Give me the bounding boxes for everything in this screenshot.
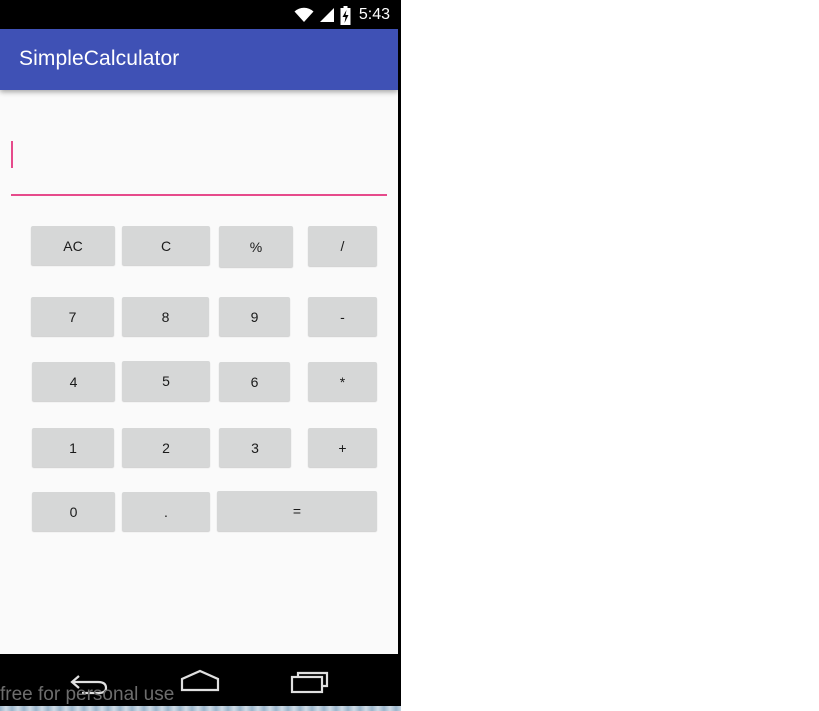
key-multiply[interactable]: * xyxy=(308,362,377,401)
cellular-signal-icon xyxy=(319,8,334,22)
key-6[interactable]: 6 xyxy=(219,362,290,401)
key-4[interactable]: 4 xyxy=(32,362,115,401)
battery-charging-icon xyxy=(340,5,351,25)
key-minus[interactable]: - xyxy=(308,297,377,336)
key-9[interactable]: 9 xyxy=(219,297,290,336)
key-decimal[interactable]: . xyxy=(122,492,210,531)
status-clock: 5:43 xyxy=(358,6,390,23)
key-0[interactable]: 0 xyxy=(32,492,115,531)
key-8[interactable]: 8 xyxy=(122,297,209,336)
phone-frame: 5:43 SimpleCalculator AC C % / 7 8 9 - 4 xyxy=(0,0,401,711)
key-percent[interactable]: % xyxy=(219,226,293,267)
key-3[interactable]: 3 xyxy=(219,428,291,467)
status-bar: 5:43 xyxy=(0,0,398,29)
key-5[interactable]: 5 xyxy=(122,361,210,401)
key-equals[interactable]: = xyxy=(217,491,377,531)
wifi-icon xyxy=(294,7,314,22)
watermark-text: free for personal use xyxy=(0,684,175,705)
home-icon[interactable] xyxy=(179,669,221,693)
app-bar: SimpleCalculator xyxy=(0,29,398,90)
key-7[interactable]: 7 xyxy=(31,297,114,336)
key-clear[interactable]: C xyxy=(122,226,210,265)
bottom-edge-strip xyxy=(0,706,401,711)
screen: 5:43 SimpleCalculator AC C % / 7 8 9 - 4 xyxy=(0,0,398,711)
status-icons: 5:43 xyxy=(294,4,390,26)
key-1[interactable]: 1 xyxy=(32,428,114,467)
key-all-clear[interactable]: AC xyxy=(31,226,115,265)
calculator-content: AC C % / 7 8 9 - 4 5 6 * 1 2 3 + 0 . = xyxy=(0,90,398,654)
display-input[interactable] xyxy=(11,140,387,196)
key-plus[interactable]: + xyxy=(308,428,377,467)
app-title: SimpleCalculator xyxy=(19,47,180,70)
recents-icon[interactable] xyxy=(290,670,330,694)
text-cursor xyxy=(11,141,13,168)
key-divide[interactable]: / xyxy=(308,226,377,266)
key-2[interactable]: 2 xyxy=(122,428,210,467)
